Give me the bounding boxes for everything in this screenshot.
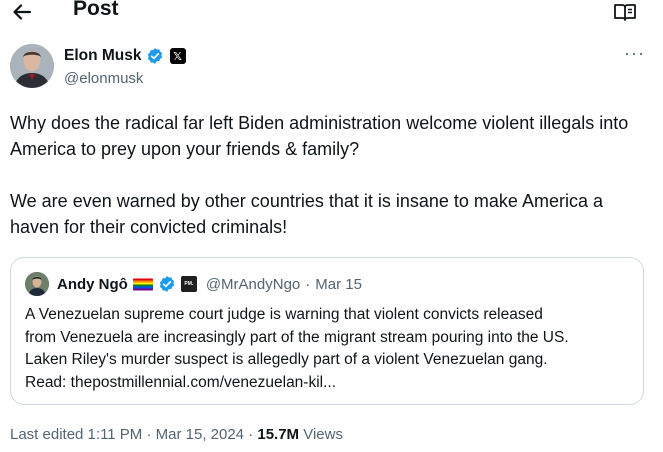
author-handle[interactable]: @elonmusk [64,70,143,87]
arrow-left-icon [13,4,32,20]
top-bar: Post [0,0,663,26]
x-logo-icon: 𝕏 [169,48,186,64]
quoted-text-line: Laken Riley's murder suspect is allegedl… [25,351,548,368]
post-paragraph: Why does the radical far left Biden admi… [10,113,629,159]
rainbow-flag-icon [132,278,153,291]
verified-badge-icon [158,275,176,293]
affiliate-badge: PM. [180,276,197,292]
page-title: Post [73,0,119,20]
back-button[interactable] [10,0,34,24]
more-options-button[interactable]: ··· [624,44,645,62]
quoted-post-text: A Venezuelan supreme court judge is warn… [25,304,635,394]
verified-badge-icon [146,47,164,65]
post-paragraph: We are even warned by other countries th… [10,191,603,237]
post-meta: Last edited 1:11 PM · Mar 15, 2024 · 15.… [10,426,343,443]
views-count: 15.7M [257,426,300,443]
avatar[interactable] [10,44,54,88]
quoted-author-handle[interactable]: @MrAndyNgo [206,276,300,293]
author-name-line: Elon Musk 𝕏 [64,46,186,66]
views-label: Views [299,426,343,443]
post-text: Why does the radical far left Biden admi… [10,110,650,240]
quoted-author-name[interactable]: Andy Ngô [57,276,128,293]
quoted-avatar[interactable] [25,272,49,296]
reader-icon [614,4,636,21]
author-name[interactable]: Elon Musk [64,47,142,65]
separator-dot: · [305,275,311,293]
quoted-post[interactable]: Andy Ngô PM. @MrAndyNgo · Mar 15 A Venez… [10,257,644,405]
reader-button[interactable] [613,1,637,23]
quoted-text-line: Read: thepostmillennial.com/venezuelan-k… [25,373,337,391]
edited-timestamp[interactable]: Last edited 1:11 PM · Mar 15, 2024 · [10,426,257,443]
quoted-post-header: Andy Ngô PM. @MrAndyNgo · Mar 15 [25,272,362,296]
quoted-text-line: A Venezuelan supreme court judge is warn… [25,306,543,323]
post-author: Elon Musk 𝕏 @elonmusk ··· [10,44,650,92]
quoted-post-date[interactable]: Mar 15 [315,276,362,293]
quoted-text-line: from Venezuela are increasingly part of … [25,328,569,346]
